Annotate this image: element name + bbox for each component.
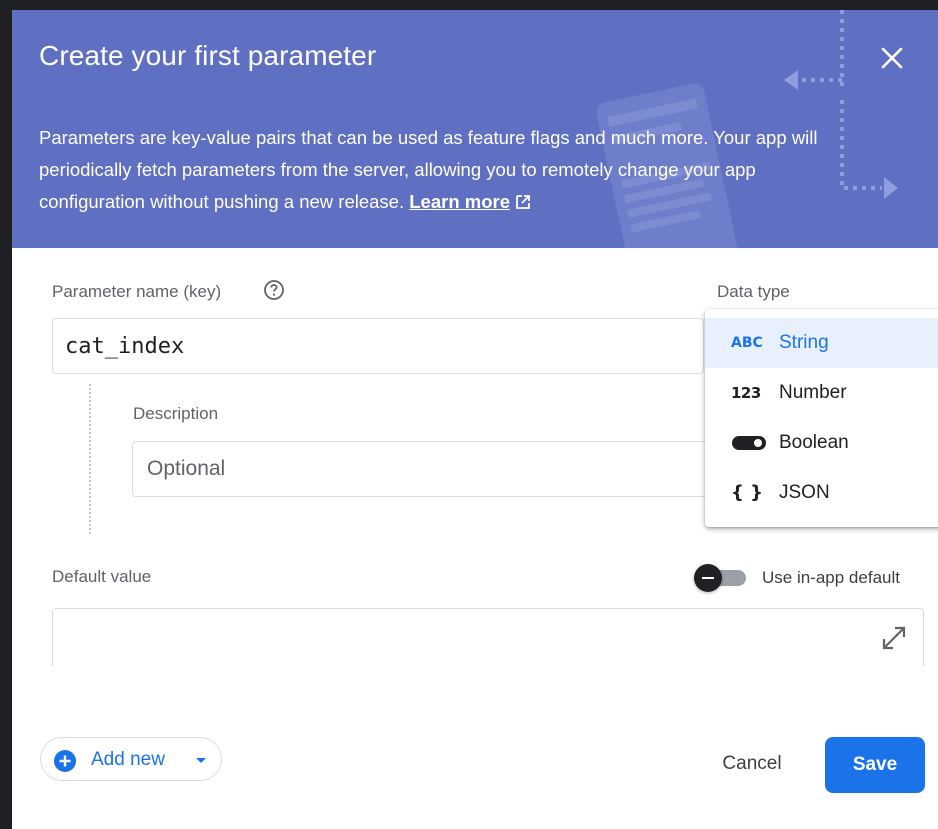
option-label: String (779, 332, 829, 353)
data-type-label: Data type (717, 282, 790, 301)
cancel-button[interactable]: Cancel (702, 740, 802, 788)
data-type-option-number[interactable]: 123 Number (705, 368, 938, 418)
add-circle-icon (54, 750, 76, 772)
parameter-name-input[interactable] (53, 319, 703, 373)
close-icon (881, 47, 903, 69)
learn-more-link[interactable]: Learn more (409, 191, 510, 212)
data-type-option-boolean[interactable]: Boolean (705, 418, 938, 468)
data-type-option-string[interactable]: ABC String (705, 318, 938, 368)
description-field (132, 441, 712, 497)
data-type-option-json[interactable]: { } JSON (705, 468, 938, 518)
default-value-field (52, 608, 924, 666)
add-new-button[interactable]: Add new (40, 737, 222, 781)
description-indent-line (89, 384, 91, 534)
help-icon[interactable] (262, 278, 286, 302)
parameter-name-field (52, 318, 704, 374)
use-in-app-default-label: Use in-app default (762, 568, 900, 587)
dialog-header: Create your first parameter Parameters a… (12, 10, 938, 248)
expand-icon[interactable] (878, 622, 910, 654)
data-type-dropdown: ABC String 123 Number Boolean { } JSON (705, 309, 938, 527)
save-button[interactable]: Save (825, 737, 925, 793)
dialog-description: Parameters are key-value pairs that can … (39, 122, 859, 218)
boolean-toggle-icon (732, 436, 766, 450)
string-icon: ABC (731, 335, 763, 351)
description-label: Description (133, 404, 219, 423)
add-new-label: Add new (91, 749, 165, 770)
chevron-down-icon (196, 758, 206, 763)
toggle-knob (694, 564, 722, 592)
option-label: Number (779, 382, 847, 403)
option-label: Boolean (779, 432, 849, 453)
parameter-name-label: Parameter name (key) (52, 282, 222, 301)
create-parameter-dialog: Create your first parameter Parameters a… (12, 10, 938, 829)
dialog-title: Create your first parameter (39, 40, 377, 71)
external-link-icon (516, 195, 530, 209)
default-value-input[interactable] (53, 609, 352, 633)
close-button[interactable] (874, 40, 910, 76)
use-in-app-default-toggle[interactable] (694, 564, 750, 592)
json-braces-icon: { } (731, 482, 763, 503)
option-label: JSON (779, 482, 830, 503)
description-input[interactable] (133, 442, 712, 496)
default-value-label: Default value (52, 567, 152, 586)
number-icon: 123 (731, 384, 761, 402)
